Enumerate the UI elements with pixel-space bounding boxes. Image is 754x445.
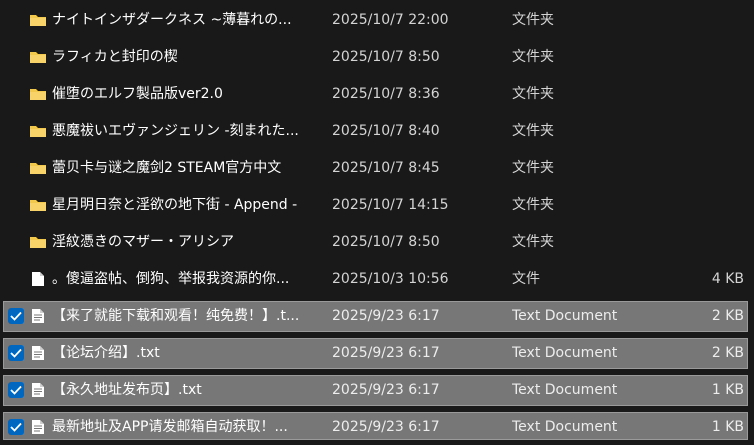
folder-icon [29, 160, 47, 176]
file-date: 2025/10/3 10:56 [332, 271, 449, 287]
file-row[interactable]: 。傻逼盗帖、倒狗、举报我资源的你... 2025/10/3 10:56 文件 4… [0, 261, 754, 298]
folder-icon [29, 234, 47, 250]
file-date: 2025/9/23 6:17 [332, 345, 440, 361]
file-name: 蕾贝卡与谜之魔剑2 STEAM官方中文 [52, 160, 282, 176]
file-size [650, 150, 744, 187]
file-date: 2025/10/7 22:00 [332, 12, 449, 28]
file-name: 【来了就能下载和观看！纯免费！】.t... [52, 308, 300, 324]
checkmark-icon [10, 385, 22, 395]
file-size [650, 39, 744, 76]
file-name: 催堕のエルフ製品版ver2.0 [52, 86, 223, 102]
text-document-icon [29, 308, 47, 324]
file-size [650, 113, 744, 150]
folder-icon [29, 49, 47, 65]
file-row[interactable]: 蕾贝卡与谜之魔剑2 STEAM官方中文 2025/10/7 8:45 文件夹 [0, 150, 754, 187]
text-document-icon [29, 345, 47, 361]
file-size [650, 76, 744, 113]
file-name: 最新地址及APP请发邮箱自动获取！... [52, 419, 288, 435]
file-size: 2 KB [711, 345, 744, 361]
file-name: 星月明日奈と淫欲の地下街 - Append - [52, 197, 298, 213]
file-name: ラフィカと封印の楔 [52, 49, 178, 65]
file-date: 2025/10/7 8:40 [332, 123, 440, 139]
file-name: 【论坛介绍】.txt [52, 345, 160, 361]
row-checkbox[interactable] [8, 308, 24, 324]
file-icon [29, 271, 47, 287]
file-name: 悪魔祓いエヴァンジェリン -刻まれた... [52, 123, 299, 139]
file-row[interactable]: 星月明日奈と淫欲の地下街 - Append - 2025/10/7 14:15 … [0, 187, 754, 224]
text-document-icon [29, 419, 47, 435]
folder-icon [29, 123, 47, 139]
file-date: 2025/10/7 8:50 [332, 234, 440, 250]
file-size [650, 224, 744, 261]
checkmark-icon [10, 311, 22, 321]
file-name: ナイトインザダークネス ~薄暮れの... [52, 12, 292, 28]
file-size [650, 187, 744, 224]
file-size: 4 KB [711, 271, 744, 287]
file-size: 1 KB [711, 382, 744, 398]
checkmark-icon [10, 348, 22, 358]
file-name: 。傻逼盗帖、倒狗、举报我资源的你... [52, 271, 290, 287]
text-document-icon [29, 382, 47, 398]
file-row[interactable]: 悪魔祓いエヴァンジェリン -刻まれた... 2025/10/7 8:40 文件夹 [0, 113, 754, 150]
file-size: 1 KB [711, 419, 744, 435]
folder-icon [29, 197, 47, 213]
file-row-selected[interactable]: 最新地址及APP请发邮箱自动获取！... 2025/9/23 6:17 Text… [0, 409, 754, 445]
file-row-selected[interactable]: 【论坛介绍】.txt 2025/9/23 6:17 Text Document … [0, 335, 754, 372]
file-size: 2 KB [711, 308, 744, 324]
file-row-selected[interactable]: 【永久地址发布页】.txt 2025/9/23 6:17 Text Docume… [0, 372, 754, 409]
file-date: 2025/9/23 6:17 [332, 382, 440, 398]
file-date: 2025/10/7 8:45 [332, 160, 440, 176]
row-checkbox[interactable] [8, 345, 24, 361]
file-size [650, 2, 744, 39]
file-row[interactable]: 催堕のエルフ製品版ver2.0 2025/10/7 8:36 文件夹 [0, 76, 754, 113]
file-date: 2025/10/7 14:15 [332, 197, 449, 213]
file-row[interactable]: ナイトインザダークネス ~薄暮れの... 2025/10/7 22:00 文件夹 [0, 2, 754, 39]
file-date: 2025/10/7 8:50 [332, 49, 440, 65]
folder-icon [29, 12, 47, 28]
file-name: 【永久地址发布页】.txt [52, 382, 202, 398]
file-row-selected[interactable]: 【来了就能下载和观看！纯免费！】.t... 2025/9/23 6:17 Tex… [0, 298, 754, 335]
folder-icon [29, 86, 47, 102]
row-checkbox[interactable] [8, 419, 24, 435]
file-row[interactable]: ラフィカと封印の楔 2025/10/7 8:50 文件夹 [0, 39, 754, 76]
checkmark-icon [10, 422, 22, 432]
file-date: 2025/9/23 6:17 [332, 419, 440, 435]
file-list: ナイトインザダークネス ~薄暮れの... 2025/10/7 22:00 文件夹… [0, 2, 754, 445]
file-name: 淫紋憑きのマザー・アリシア [52, 234, 234, 250]
file-date: 2025/9/23 6:17 [332, 308, 440, 324]
row-checkbox[interactable] [8, 382, 24, 398]
file-date: 2025/10/7 8:36 [332, 86, 440, 102]
file-row[interactable]: 淫紋憑きのマザー・アリシア 2025/10/7 8:50 文件夹 [0, 224, 754, 261]
